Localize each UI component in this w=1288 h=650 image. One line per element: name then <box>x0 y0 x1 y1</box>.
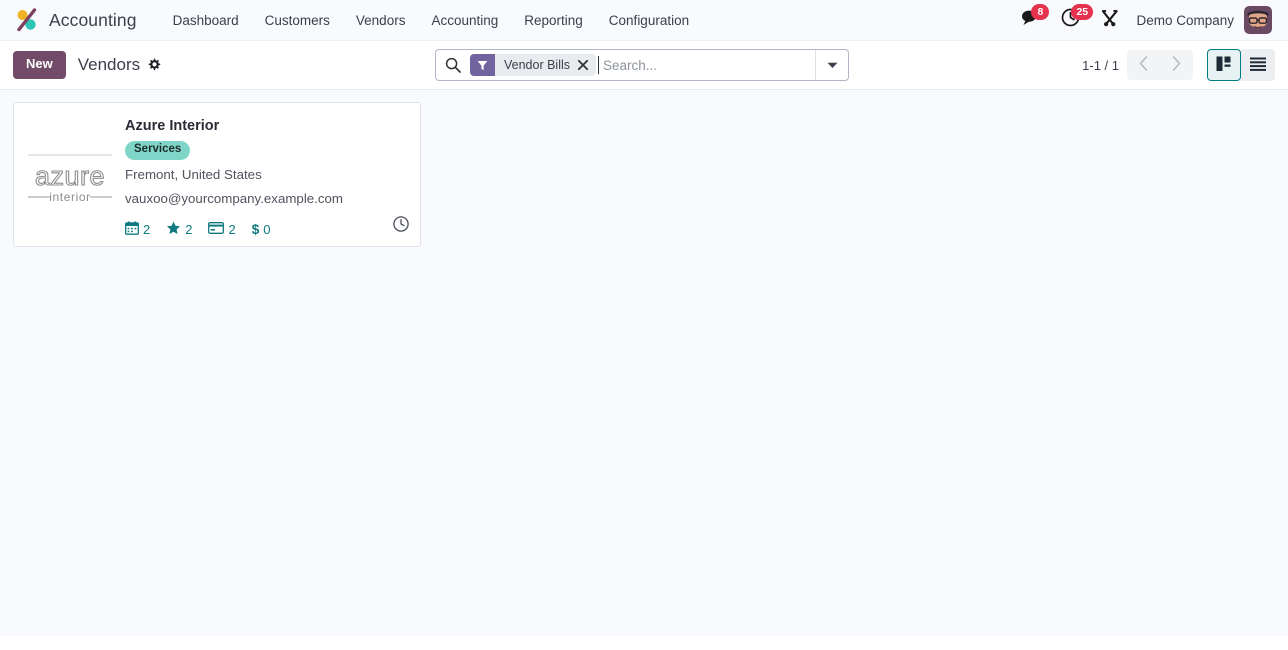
activity-clock-button[interactable] <box>393 216 409 237</box>
odoo-logo <box>14 7 40 33</box>
kanban-view: azure interior Azure Interior Services F… <box>0 90 1288 636</box>
view-switcher-list[interactable] <box>1241 49 1275 81</box>
searchview: Vendor Bills <box>435 49 849 81</box>
close-icon[interactable] <box>576 54 597 76</box>
record-logo: azure interior <box>22 113 117 238</box>
control-panel: New Vendors Vendor Bills Search... 1-1 /… <box>0 41 1288 90</box>
gear-icon[interactable] <box>147 58 161 72</box>
menu-item-dashboard[interactable]: Dashboard <box>160 0 252 41</box>
star-icon <box>166 221 181 238</box>
stat-amount-value: 0 <box>263 222 271 238</box>
record-location: Fremont, United States <box>125 166 262 182</box>
messages-badge: 8 <box>1031 3 1050 20</box>
pager-count: 1-1 / 1 <box>1082 57 1119 73</box>
messages-button[interactable]: 8 <box>1011 0 1051 41</box>
record-body: Azure Interior Services Fremont, United … <box>117 113 408 238</box>
tools-button[interactable] <box>1090 0 1130 41</box>
breadcrumb: Vendors <box>78 55 161 75</box>
chevron-right-icon <box>1172 56 1181 74</box>
view-switcher-kanban[interactable] <box>1207 49 1241 81</box>
record-stats: 2 2 2 $ 0 <box>125 221 408 238</box>
menu-item-customers[interactable]: Customers <box>252 0 343 41</box>
menu-item-reporting[interactable]: Reporting <box>511 0 596 41</box>
stat-opportunities[interactable]: 2 <box>166 221 192 238</box>
stat-invoices[interactable]: 2 <box>208 222 236 238</box>
navbar-right-tools: 8 25 Demo Company <box>1011 0 1278 40</box>
main-menu: Dashboard Customers Vendors Accounting R… <box>160 0 703 40</box>
new-button[interactable]: New <box>13 51 66 79</box>
record-email: vauxoo@yourcompany.example.com <box>125 190 343 206</box>
clock-outline-icon <box>393 216 409 237</box>
page-title: Vendors <box>77 55 141 74</box>
kanban-record-card[interactable]: azure interior Azure Interior Services F… <box>13 102 421 248</box>
record-tag: Services <box>125 141 191 160</box>
activities-button[interactable]: 25 <box>1051 0 1094 41</box>
pager-next-button[interactable] <box>1160 50 1193 80</box>
search-facet-vendor-bills[interactable]: Vendor Bills <box>470 54 597 76</box>
menu-item-configuration[interactable]: Configuration <box>596 0 702 41</box>
calendar-icon <box>125 221 139 238</box>
wrench-tools-icon <box>1100 8 1120 33</box>
stat-amount[interactable]: $ 0 <box>252 222 271 237</box>
control-panel-right: 1-1 / 1 <box>1082 49 1275 81</box>
bottom-strip <box>0 636 1288 650</box>
stat-meetings-value: 2 <box>143 222 151 238</box>
avatar[interactable] <box>1244 6 1272 34</box>
chevron-left-icon <box>1139 56 1148 74</box>
stat-meetings[interactable]: 2 <box>125 221 150 238</box>
list-view-icon <box>1250 57 1266 74</box>
menu-item-accounting[interactable]: Accounting <box>418 0 511 41</box>
stat-invoices-value: 2 <box>228 222 236 238</box>
app-brand[interactable]: Accounting <box>10 0 143 40</box>
svg-text:azure: azure <box>34 161 104 191</box>
search-facet-label: Vendor Bills <box>495 54 577 76</box>
stat-opportunities-value: 2 <box>185 222 193 238</box>
record-title: Azure Interior <box>125 118 220 134</box>
top-navbar: Accounting Dashboard Customers Vendors A… <box>0 0 1288 41</box>
menu-item-vendors[interactable]: Vendors <box>343 0 419 41</box>
search-icon[interactable] <box>436 50 470 80</box>
kanban-view-icon <box>1216 56 1232 75</box>
app-name: Accounting <box>49 9 137 30</box>
company-switcher[interactable]: Demo Company <box>1130 13 1244 28</box>
pager-previous-button[interactable] <box>1127 50 1160 80</box>
dollar-icon: $ <box>251 222 260 238</box>
search-input[interactable] <box>598 56 815 74</box>
filter-funnel-icon <box>470 54 495 76</box>
caret-down-icon[interactable] <box>815 50 848 80</box>
svg-text:interior: interior <box>49 190 90 204</box>
credit-card-icon <box>208 222 225 237</box>
